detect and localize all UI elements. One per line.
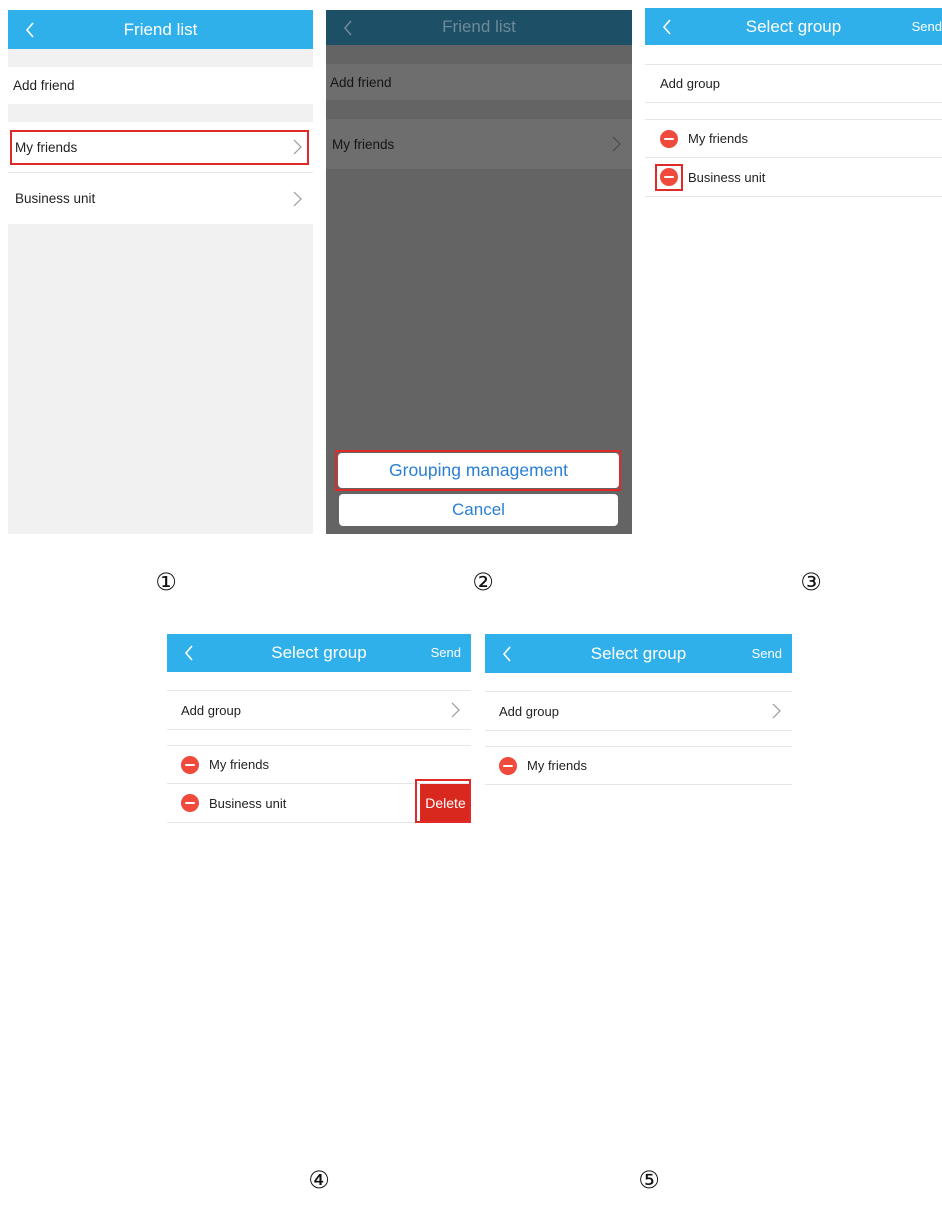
group-item-my-friends[interactable]: My friends [326,119,632,169]
send-button[interactable]: Send [912,8,942,45]
remove-circle-icon[interactable] [499,756,517,775]
divider [485,730,792,731]
list-item-label: My friends [209,757,269,772]
highlight-box [415,779,471,823]
step-number: ⑤ [638,1166,660,1194]
screen-1: Friend list Add friend My friends Busine… [8,10,313,534]
group-item-business-unit[interactable]: Business unit [8,173,313,224]
divider [645,196,942,197]
step-number: ② [472,568,494,596]
divider [167,729,471,730]
add-friend-item[interactable]: Add friend [326,64,632,100]
screen-5: Select group Send Add group My friends [485,634,792,834]
send-button[interactable]: Send [431,634,461,672]
list-item-label: Add friend [330,74,392,90]
step-number: ④ [308,1166,330,1194]
add-group-item[interactable]: Add group [167,691,471,729]
screen-3: Select group Send Add group My friends B… [645,8,942,534]
list-item-label: Business unit [209,795,287,811]
highlight-box [335,450,621,491]
highlight-box [10,130,309,165]
divider [167,822,417,823]
highlight-box [655,164,683,191]
list-item-label: My friends [688,131,748,146]
list-item-label: Add friend [13,78,75,93]
list-item-label: Add group [660,76,720,91]
add-group-item[interactable]: Add group [485,692,792,730]
nav-bar: Select group Send [485,634,792,673]
divider [645,102,942,103]
page-title: Select group [271,643,367,662]
nav-bar: Friend list [8,10,313,49]
nav-bar: Friend list [326,10,632,45]
remove-circle-icon[interactable] [181,755,199,774]
nav-bar: Select group Send [645,8,942,45]
group-item-my-friends[interactable]: My friends [485,747,792,784]
page-title: Friend list [123,20,198,39]
step-number: ③ [800,568,822,596]
divider [485,784,792,785]
add-friend-item[interactable]: Add friend [8,67,313,104]
add-group-item[interactable]: Add group [645,65,942,102]
group-item-my-friends[interactable]: My friends [645,120,942,157]
step-number: ① [155,568,177,596]
chevron-right-icon [451,702,460,718]
list-item-label: Business unit [15,191,96,206]
chevron-right-icon [293,191,302,206]
group-item-my-friends[interactable]: My friends [167,746,471,783]
cancel-button[interactable]: Cancel [339,494,618,526]
remove-circle-icon[interactable] [660,129,678,148]
list-item-label: Add group [181,702,241,718]
page-title: Friend list [442,17,516,36]
screen-2: Friend list Add friend My friends Groupi… [326,10,632,534]
send-button[interactable]: Send [752,634,782,673]
screen-4: Select group Send Add group My friends B… [167,634,471,834]
chevron-right-icon [612,136,621,152]
page-title: Select group [590,644,687,663]
button-label: Cancel [452,500,505,519]
group-item-business-unit[interactable]: Business unit [645,158,942,196]
list-item-label: Business unit [688,169,766,185]
chevron-right-icon [772,703,781,719]
list-item-label: My friends [527,758,587,773]
list-item-label: Add group [499,703,559,719]
nav-bar: Select group Send [167,634,471,672]
list-item-label: My friends [332,136,395,152]
page-title: Select group [745,17,842,36]
remove-circle-icon[interactable] [181,794,199,812]
